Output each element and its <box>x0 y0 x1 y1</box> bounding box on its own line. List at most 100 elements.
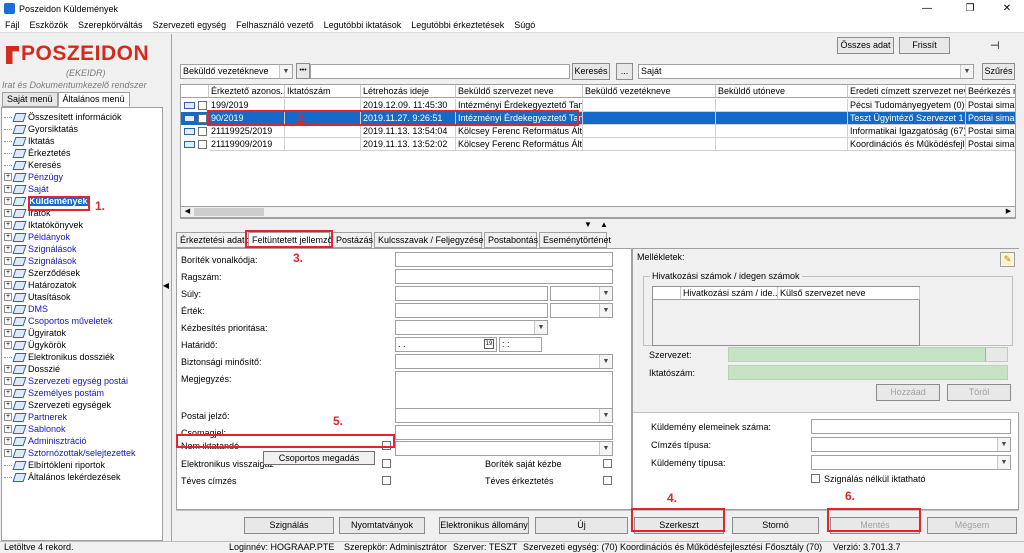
expand-icon[interactable]: + <box>4 245 12 253</box>
expand-icon[interactable]: + <box>4 209 12 217</box>
tree-item[interactable]: + Példányok <box>4 231 70 243</box>
tree-item[interactable]: Általános lekérdezések <box>4 471 121 483</box>
expand-icon[interactable]: + <box>4 389 12 397</box>
filter-select[interactable]: Saját ▼ <box>638 64 974 79</box>
tree-item[interactable]: + Szignálások <box>4 255 77 267</box>
value-currency-select[interactable]: ▼ <box>550 303 613 318</box>
scroll-left-icon[interactable]: ◀ <box>182 207 193 217</box>
menu-user-manager[interactable]: Felhasználó vezető <box>231 20 319 30</box>
deadline-date-input[interactable]: . . 19 <box>395 337 497 352</box>
expand-icon[interactable]: + <box>4 425 12 433</box>
tab-mail-opening[interactable]: Postabontás <box>484 232 538 248</box>
new-button[interactable]: Új <box>535 517 628 534</box>
discard-button[interactable]: Mégsem <box>927 517 1017 534</box>
table-row[interactable]: 21119925/2019 2019.11.13. 13:54:04 Kölcsey… <box>181 125 1015 138</box>
tree-item[interactable]: Összesített információk <box>4 111 122 123</box>
menu-file[interactable]: Fájl <box>0 20 25 30</box>
tree-item[interactable]: + Pénzügy <box>4 171 63 183</box>
table-header[interactable]: Iktatószám <box>285 85 361 98</box>
cancel-record-button[interactable]: Stornó <box>732 517 819 534</box>
expand-icon[interactable]: + <box>4 305 12 313</box>
tree-item[interactable]: + Szervezeti egységek <box>4 399 111 411</box>
horizontal-scrollbar[interactable]: ◀ ▶ <box>180 206 1016 218</box>
not-to-file-select[interactable]: ▼ <box>395 441 613 456</box>
search-field-select[interactable]: Beküldő vezetékneve ▼ <box>180 64 293 79</box>
electronic-file-button[interactable]: Elektronikus állomány <box>439 517 529 534</box>
expand-icon[interactable]: + <box>4 413 12 421</box>
maximize-button[interactable]: ❐ <box>955 0 985 17</box>
envelope-barcode-input[interactable] <box>395 252 613 267</box>
tree-item[interactable]: Elbírtókleni riportok <box>4 459 105 471</box>
table-row[interactable]: 21119909/2019 2019.11.13. 13:52:02 Kölcsey… <box>181 138 1015 151</box>
calendar-icon[interactable]: 19 <box>484 339 494 349</box>
collapse-sidebar-icon[interactable]: ◀ <box>162 280 170 292</box>
row-checkbox[interactable] <box>198 127 207 136</box>
tree-item[interactable]: Gyorsiktatás <box>4 123 78 135</box>
table-header[interactable]: Beküldő utóneve <box>716 85 848 98</box>
all-data-button[interactable]: Összes adat <box>837 37 894 54</box>
table-header[interactable]: Beküldő vezetékneve <box>583 85 716 98</box>
row-checkbox[interactable] <box>198 140 207 149</box>
tree-item[interactable]: + Adminisztráció <box>4 435 87 447</box>
tree-item[interactable]: + Ügyiratok <box>4 327 66 339</box>
tree-item[interactable]: + Szervezeti egység postái <box>4 375 128 387</box>
close-button[interactable]: ✕ <box>992 0 1022 17</box>
delete-button[interactable]: Töröl <box>947 384 1011 401</box>
tree-item[interactable]: Iktatás <box>4 135 55 147</box>
menu-org-unit[interactable]: Szervezeti egység <box>148 20 232 30</box>
splitter-up-icon[interactable]: ▲ <box>600 220 608 229</box>
weight-unit-select[interactable]: ▼ <box>550 286 613 301</box>
ellipsis-button[interactable]: ... <box>616 63 633 80</box>
tab-event-history[interactable]: Eseménytörténet <box>539 232 611 248</box>
table-header[interactable]: Beküldő szervezet neve <box>456 85 583 98</box>
expand-icon[interactable]: + <box>4 221 12 229</box>
file-without-assignment-checkbox[interactable] <box>811 474 820 483</box>
tab-keywords-notes[interactable]: Kulcsszavak / Feljegyzések <box>374 232 488 248</box>
menu-tools[interactable]: Eszközök <box>25 20 74 30</box>
table-header[interactable]: Érkeztető azonos... <box>209 85 285 98</box>
security-class-select[interactable]: ▼ <box>395 354 613 369</box>
pin-icon[interactable]: ⊣ <box>990 39 1000 52</box>
expand-icon[interactable]: + <box>4 401 12 409</box>
scroll-thumb[interactable] <box>194 208 264 216</box>
minimize-button[interactable]: — <box>912 0 942 17</box>
filter-button[interactable]: Szűrés <box>982 63 1015 80</box>
expand-icon[interactable]: + <box>4 185 12 193</box>
weight-input[interactable] <box>395 286 548 301</box>
tab-general-menu[interactable]: Általános menü <box>57 92 130 107</box>
expand-icon[interactable]: + <box>4 293 12 301</box>
expand-icon[interactable]: + <box>4 281 12 289</box>
tree-item[interactable]: + DMS <box>4 303 48 315</box>
tab-mailing[interactable]: Postázás <box>332 232 373 248</box>
mail-type-select[interactable]: ▼ <box>811 455 1011 470</box>
item-count-input[interactable] <box>811 419 1011 434</box>
tree-item[interactable]: + Utasítások <box>4 291 71 303</box>
expand-icon[interactable]: + <box>4 329 12 337</box>
table-header[interactable]: Eredeti címzett szervezet neve <box>848 85 966 98</box>
tree-item[interactable]: + Szerződések <box>4 267 80 279</box>
tree-item[interactable]: + Sablonok <box>4 423 66 435</box>
tree-item[interactable]: + Partnerek <box>4 411 67 423</box>
tree-item[interactable]: + Iktatókönyvek <box>4 219 83 231</box>
menu-help[interactable]: Súgó <box>509 20 540 30</box>
value-input[interactable] <box>395 303 548 318</box>
tree-item[interactable]: + Határozatok <box>4 279 77 291</box>
row-checkbox[interactable] <box>198 114 207 123</box>
tree-item[interactable]: + Sztornózottak/selejtezettek <box>4 447 136 459</box>
package-mark-input[interactable] <box>395 425 613 440</box>
tree-item[interactable]: + Ügykörök <box>4 339 66 351</box>
wrong-address-checkbox[interactable] <box>382 476 391 485</box>
tab-arrival-data[interactable]: Érkeztetési adatok <box>176 232 254 248</box>
tree-item[interactable]: + Szignálások <box>4 243 77 255</box>
tab-own-menu[interactable]: Saját menü <box>2 92 58 107</box>
expand-icon[interactable]: + <box>4 197 12 205</box>
add-button[interactable]: Hozzáad <box>876 384 940 401</box>
expand-icon[interactable]: + <box>4 365 12 373</box>
expand-icon[interactable]: + <box>4 437 12 445</box>
tree-item[interactable]: + Saját <box>4 183 49 195</box>
tree-item[interactable]: Érkeztetés <box>4 147 71 159</box>
envelope-personal-checkbox[interactable] <box>603 459 612 468</box>
assign-button[interactable]: Szignálás <box>244 517 334 534</box>
address-type-select[interactable]: ▼ <box>811 437 1011 452</box>
menu-recent-filings[interactable]: Legutóbbi iktatások <box>319 20 407 30</box>
